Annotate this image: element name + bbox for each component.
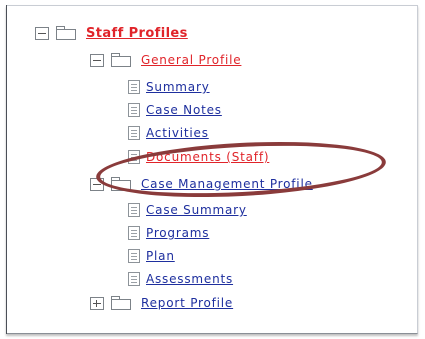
- tree-leaf-assessments: Assessments: [128, 268, 233, 290]
- folder-icon: [111, 296, 133, 310]
- folder-icon: [111, 177, 133, 191]
- tree-leaf-case-notes: Case Notes: [128, 99, 222, 121]
- tree-link-activities[interactable]: Activities: [146, 126, 209, 140]
- tree-leaf-programs: Programs: [128, 222, 209, 244]
- document-icon: [128, 103, 140, 117]
- expand-toggle-icon[interactable]: [90, 296, 104, 310]
- tree-link-documents-staff[interactable]: Documents (Staff): [146, 150, 269, 164]
- document-icon: [128, 80, 140, 94]
- document-icon: [128, 249, 140, 263]
- tree-node-general-profile: General Profile: [90, 49, 241, 71]
- panel-edge: [6, 5, 7, 334]
- tree-link-case-management-profile[interactable]: Case Management Profile: [141, 177, 313, 191]
- tree-link-report-profile[interactable]: Report Profile: [141, 296, 233, 310]
- tree-link-assessments[interactable]: Assessments: [146, 272, 233, 286]
- tree-node-report-profile: Report Profile: [90, 292, 233, 314]
- tree-node-case-management-profile: Case Management Profile: [90, 173, 313, 195]
- tree-link-staff-profiles[interactable]: Staff Profiles: [86, 26, 188, 41]
- tree-link-case-notes[interactable]: Case Notes: [146, 103, 222, 117]
- document-icon: [128, 203, 140, 217]
- collapse-toggle-icon[interactable]: [35, 26, 49, 40]
- folder-icon: [111, 53, 133, 67]
- document-icon: [128, 226, 140, 240]
- tree-leaf-case-summary: Case Summary: [128, 199, 247, 221]
- collapse-toggle-icon[interactable]: [90, 177, 104, 191]
- tree-leaf-documents-staff: Documents (Staff): [128, 146, 269, 168]
- document-icon: [128, 272, 140, 286]
- tree-leaf-summary: Summary: [128, 76, 210, 98]
- tree-leaf-plan: Plan: [128, 245, 175, 267]
- document-icon: [128, 126, 140, 140]
- document-icon: [128, 150, 140, 164]
- tree-link-case-summary[interactable]: Case Summary: [146, 203, 247, 217]
- tree-link-programs[interactable]: Programs: [146, 226, 209, 240]
- folder-icon: [56, 26, 78, 40]
- tree-leaf-activities: Activities: [128, 122, 209, 144]
- tree-node-staff-profiles: Staff Profiles: [35, 22, 188, 44]
- collapse-toggle-icon[interactable]: [90, 53, 104, 67]
- tree-link-plan[interactable]: Plan: [146, 249, 175, 263]
- tree-link-general-profile[interactable]: General Profile: [141, 53, 241, 67]
- tree-link-summary[interactable]: Summary: [146, 80, 210, 94]
